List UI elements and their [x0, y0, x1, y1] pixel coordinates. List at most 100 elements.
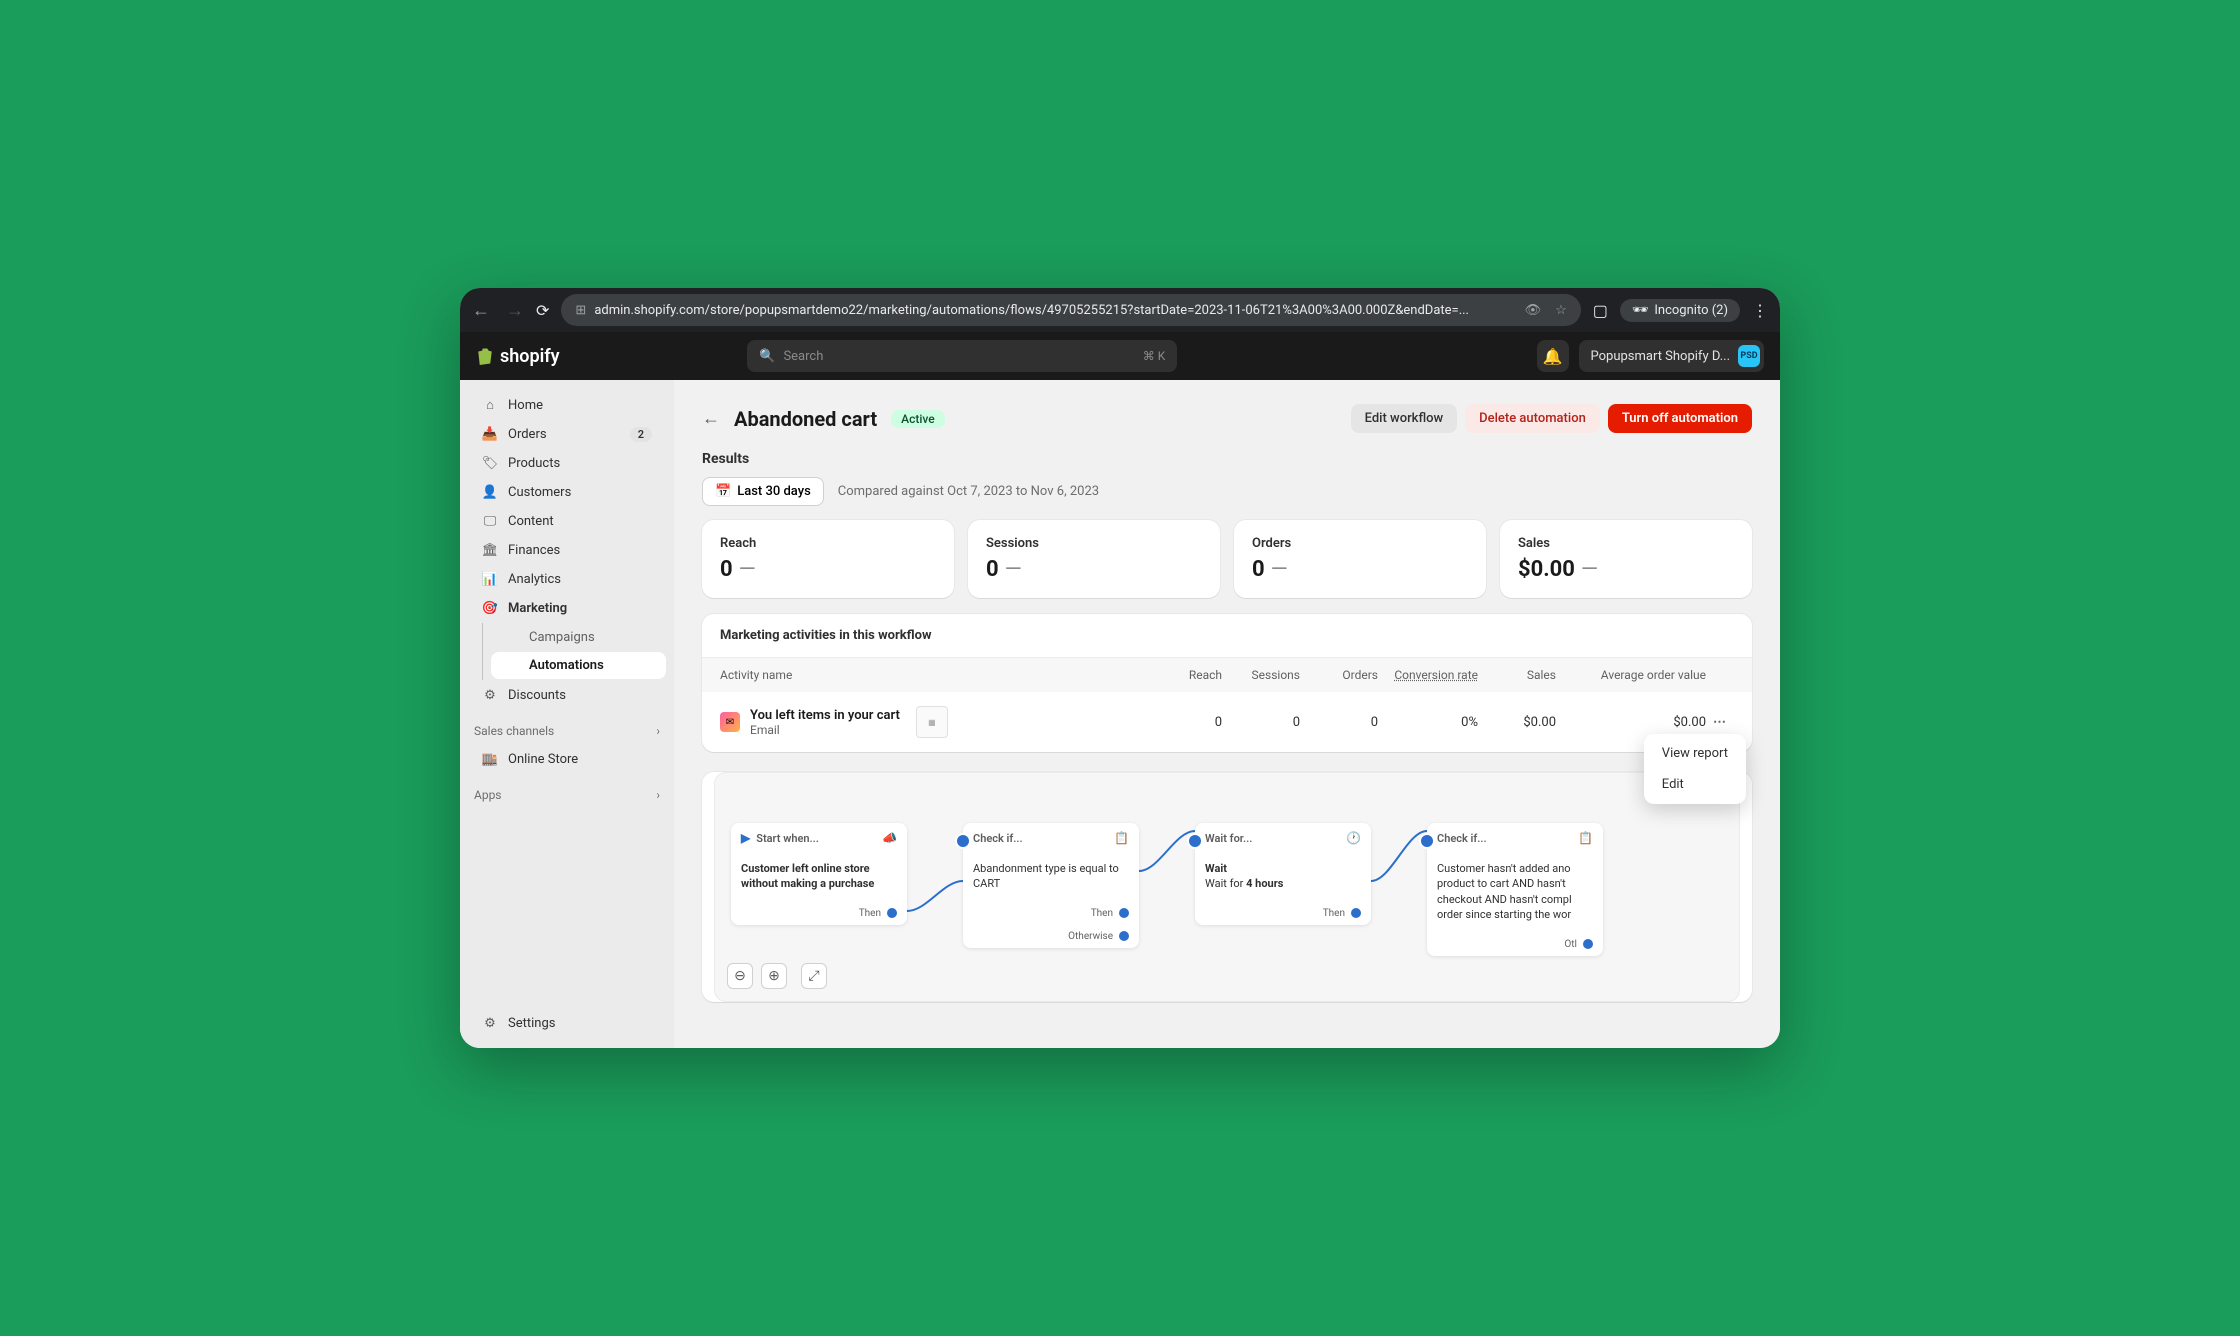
metric-card-reach: Reach0—: [702, 520, 954, 598]
sidebar-item-automations[interactable]: Automations: [491, 652, 666, 679]
metric-value: 0—: [720, 557, 936, 582]
browser-chrome: ← → ⟳ ⊞ admin.shopify.com/store/popupsma…: [460, 288, 1780, 332]
edit-workflow-button[interactable]: Edit workflow: [1351, 404, 1458, 433]
page-title: Abandoned cart: [734, 407, 877, 431]
workflow-panel: ▶Start when...📣Customer left online stor…: [702, 772, 1752, 1002]
browser-reload-icon[interactable]: ⟳: [536, 301, 549, 320]
fit-screen-button[interactable]: ⤢: [801, 963, 827, 989]
sidebar-item-content[interactable]: 🖵Content: [468, 507, 666, 535]
browser-back-icon[interactable]: ←: [472, 300, 490, 321]
menu-view-report[interactable]: View report: [1648, 738, 1742, 769]
search-placeholder: Search: [783, 349, 823, 364]
back-button[interactable]: ←: [702, 408, 720, 429]
site-info-icon[interactable]: ⊞: [575, 303, 586, 318]
zoom-out-button[interactable]: ⊖: [727, 963, 753, 989]
sidebar-item-marketing[interactable]: 🎯Marketing: [468, 594, 666, 622]
turn-off-automation-button[interactable]: Turn off automation: [1608, 404, 1752, 433]
sidebar-item-online-store[interactable]: 🏬 Online Store: [468, 745, 666, 773]
sidebar-item-analytics[interactable]: 📊Analytics: [468, 565, 666, 593]
clock-icon: 🕐: [1346, 831, 1361, 845]
url-bar[interactable]: ⊞ admin.shopify.com/store/popupsmartdemo…: [561, 294, 1580, 326]
metric-card-sessions: Sessions0—: [968, 520, 1220, 598]
workflow-node[interactable]: Wait for...🕐WaitWait for 4 hoursThen: [1195, 823, 1371, 925]
cell-aov: $0.00: [1556, 715, 1706, 730]
analytics-icon: 📊: [482, 571, 498, 587]
orders-icon: 📥: [482, 426, 498, 442]
then-label: Then: [1323, 908, 1345, 919]
sidebar-item-customers[interactable]: 👤 Customers: [468, 478, 666, 506]
connector-dot: [1119, 908, 1129, 918]
col-activity-name: Activity name: [720, 668, 1144, 682]
notifications-button[interactable]: 🔔: [1537, 340, 1569, 372]
activities-panel: Marketing activities in this workflow Ac…: [702, 614, 1752, 752]
sidebar-item-label: Marketing: [508, 601, 567, 616]
bookmark-icon[interactable]: ☆: [1555, 303, 1567, 318]
then-label: Then: [859, 908, 881, 919]
activity-title: You left items in your cart: [750, 708, 900, 723]
finances-icon: 🏛: [482, 542, 498, 558]
logo-text: shopify: [500, 346, 560, 367]
incognito-icon: 🕶: [1632, 303, 1649, 318]
content-icon: 🖵: [482, 513, 498, 529]
hide-tracking-icon[interactable]: 👁: [1525, 303, 1542, 318]
workflow-node[interactable]: Check if...📋Customer hasn't added ano pr…: [1427, 823, 1603, 956]
browser-forward-icon[interactable]: →: [506, 300, 524, 321]
row-actions-button[interactable]: ⋯: [1706, 715, 1734, 730]
sidebar-item-finances[interactable]: 🏛Finances: [468, 536, 666, 564]
section-label: Sales channels: [474, 724, 554, 738]
products-icon: 🏷: [482, 455, 498, 471]
node-head-label: Start when...: [756, 832, 819, 845]
sidebar-item-settings[interactable]: ⚙ Settings: [468, 1009, 666, 1037]
chevron-right-icon[interactable]: ›: [656, 724, 660, 738]
app-header: shopify 🔍 Search ⌘ K 🔔 Popupsmart Shopif…: [460, 332, 1780, 380]
sidebar-item-campaigns[interactable]: Campaigns: [491, 624, 666, 651]
node-head-label: Wait for...: [1205, 832, 1252, 845]
delete-automation-button[interactable]: Delete automation: [1465, 404, 1600, 433]
account-menu[interactable]: Popupsmart Shopify D... PSD: [1579, 340, 1765, 372]
table-header: Activity name Reach Sessions Orders Conv…: [702, 658, 1752, 692]
home-icon: ⌂: [482, 397, 498, 413]
bell-icon: 🔔: [1543, 347, 1563, 366]
sidebar-item-label: Customers: [508, 485, 571, 500]
app-icon: ✉: [720, 712, 740, 732]
zoom-in-button[interactable]: ⊕: [761, 963, 787, 989]
sidebar-item-label: Home: [508, 398, 543, 413]
megaphone-icon: 📣: [882, 831, 897, 845]
browser-menu-icon[interactable]: ⋮: [1752, 301, 1768, 320]
metric-label: Orders: [1252, 536, 1468, 551]
connector-dot: [887, 908, 897, 918]
chevron-right-icon[interactable]: ›: [656, 788, 660, 802]
shopify-bag-icon: [476, 347, 494, 365]
calendar-icon: 📅: [715, 484, 731, 499]
col-conversion: Conversion rate: [1378, 668, 1478, 682]
browser-window: ← → ⟳ ⊞ admin.shopify.com/store/popupsma…: [460, 288, 1780, 1048]
cell-sessions: 0: [1222, 715, 1300, 730]
compared-text: Compared against Oct 7, 2023 to Nov 6, 2…: [838, 484, 1099, 499]
section-label: Apps: [474, 788, 502, 802]
then-label: Then: [1091, 908, 1113, 919]
otherwise-label: Otl: [1564, 939, 1577, 950]
workflow-node[interactable]: ▶Start when...📣Customer left online stor…: [731, 823, 907, 925]
sidebar-section-apps: Apps ›: [460, 774, 674, 808]
shopify-logo[interactable]: shopify: [476, 346, 560, 367]
col-sessions: Sessions: [1222, 668, 1300, 682]
date-range-picker[interactable]: 📅 Last 30 days: [702, 477, 824, 506]
store-icon: 🏬: [482, 751, 498, 767]
incognito-badge[interactable]: 🕶 Incognito (2): [1620, 299, 1740, 322]
menu-edit[interactable]: Edit: [1648, 769, 1742, 800]
metric-value: 0—: [1252, 557, 1468, 582]
sidebar-item-products[interactable]: 🏷Products: [468, 449, 666, 477]
sidebar-item-discounts[interactable]: ⚙ Discounts: [468, 681, 666, 709]
otherwise-label: Otherwise: [1068, 931, 1113, 942]
sidebar-item-home[interactable]: ⌂ Home: [468, 391, 666, 419]
customers-icon: 👤: [482, 484, 498, 500]
clipboard-icon: 📋: [1114, 831, 1129, 845]
extensions-icon[interactable]: ▢: [1593, 301, 1608, 320]
workflow-canvas[interactable]: ▶Start when...📣Customer left online stor…: [714, 772, 1740, 1002]
sidebar-item-orders[interactable]: 📥Orders2: [468, 420, 666, 448]
connector-dot: [1421, 835, 1433, 847]
search-input[interactable]: 🔍 Search ⌘ K: [747, 340, 1177, 372]
workflow-node[interactable]: Check if...📋Abandonment type is equal to…: [963, 823, 1139, 948]
account-label: Popupsmart Shopify D...: [1591, 349, 1731, 364]
sidebar-section-sales-channels: Sales channels ›: [460, 710, 674, 744]
